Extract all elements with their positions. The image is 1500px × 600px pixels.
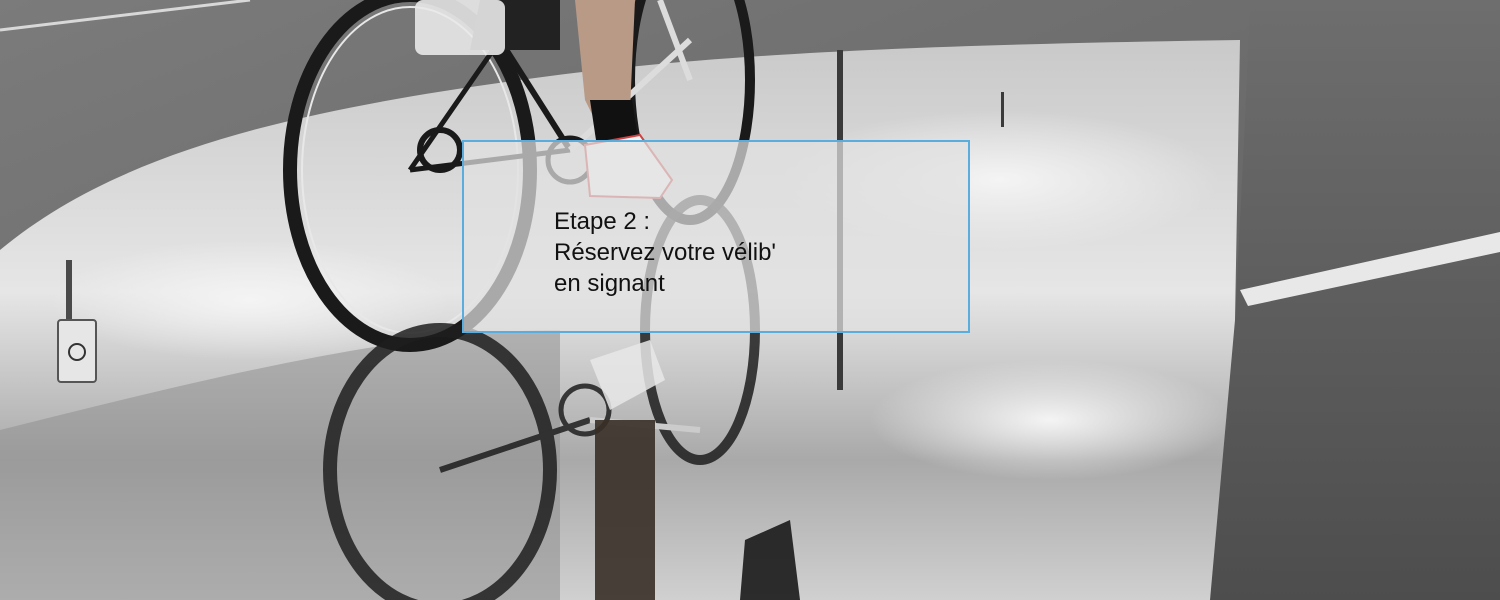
caption-title: Etape 2 : Réservez votre vélib' en signa… — [554, 206, 776, 299]
slider: Etape 2 : Réservez votre vélib' en signa… — [0, 0, 1500, 600]
caption-title-line1: Réservez votre vélib' — [554, 239, 776, 266]
caption-step-label: Etape 2 : — [554, 208, 651, 235]
caption-title-line2: en signant — [554, 270, 665, 297]
caption-box: Etape 2 : Réservez votre vélib' en signa… — [462, 140, 970, 333]
